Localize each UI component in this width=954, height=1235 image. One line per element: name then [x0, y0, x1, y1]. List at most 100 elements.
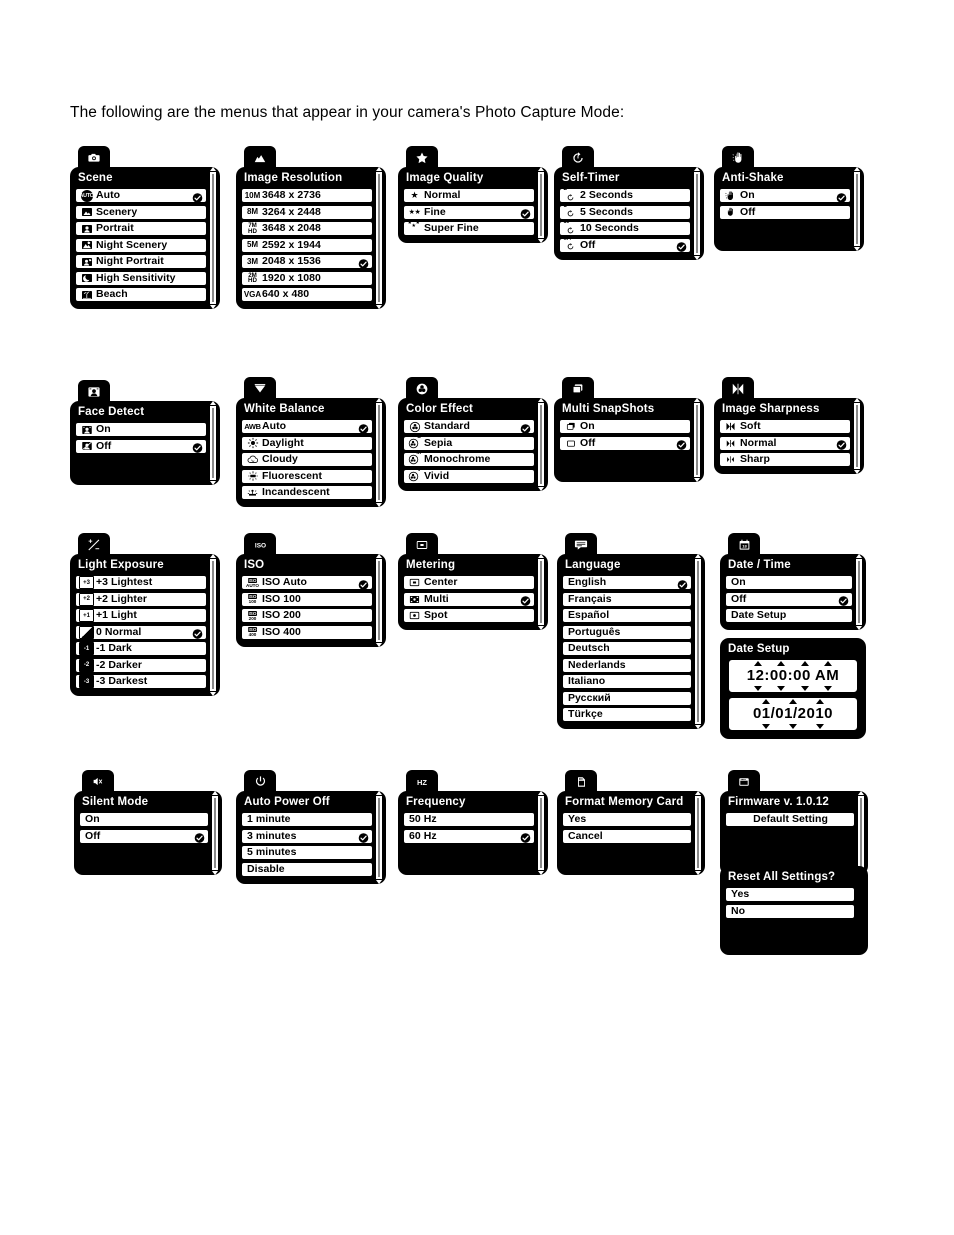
scrollbar[interactable]: [693, 398, 700, 482]
menu-item-image-quality-2[interactable]: ★ ★ ★ Super Fine: [403, 220, 535, 236]
scroll-up-arrow-icon[interactable]: [537, 398, 544, 402]
menu-item-self-timer-2[interactable]: 10 10 Seconds: [559, 219, 691, 236]
menu-item-image-resolution-4[interactable]: 3M 2048 x 1536: [241, 254, 373, 269]
menu-item-frequency-0[interactable]: 50 Hz: [403, 812, 535, 827]
menu-item-image-resolution-1[interactable]: 8M 3264 x 2448: [241, 204, 373, 220]
menu-item-light-exposure-5[interactable]: -2 -2 Darker: [75, 657, 207, 673]
scrollbar-track[interactable]: [694, 796, 701, 870]
menu-item-language-0[interactable]: English: [562, 575, 692, 590]
scroll-up-arrow-icon[interactable]: [693, 398, 700, 402]
scrollbar-track[interactable]: [537, 796, 544, 870]
scrollbar[interactable]: [537, 398, 544, 491]
scrollbar-track[interactable]: [694, 559, 701, 724]
scroll-up-arrow-icon[interactable]: [537, 791, 544, 795]
menu-item-image-sharpness-1[interactable]: Normal: [719, 435, 851, 451]
scroll-up-arrow-icon[interactable]: [375, 167, 382, 171]
menu-item-reset-all-settings-0[interactable]: Yes: [725, 887, 855, 902]
scrollbar[interactable]: [537, 554, 544, 630]
menu-item-scene-3[interactable]: Night Scenery: [75, 237, 207, 253]
time-up-arrows-icon[interactable]: [747, 661, 839, 666]
menu-item-iso-0[interactable]: ISO AUTO ISO Auto: [241, 575, 373, 590]
scrollbar-track[interactable]: [537, 559, 544, 625]
menu-item-language-4[interactable]: Deutsch: [562, 641, 692, 656]
menu-item-auto-power-off-3[interactable]: Disable: [241, 861, 373, 877]
scroll-up-arrow-icon[interactable]: [375, 398, 382, 402]
menu-item-language-2[interactable]: Español: [562, 608, 692, 623]
scrollbar[interactable]: [209, 554, 216, 696]
menu-item-format-memory-card-0[interactable]: Yes: [562, 812, 692, 827]
scrollbar-track[interactable]: [855, 559, 862, 625]
menu-item-iso-1[interactable]: ISO 100 ISO 100: [241, 591, 373, 607]
date-down-arrows-icon[interactable]: [753, 724, 833, 729]
menu-item-auto-power-off-1[interactable]: 3 minutes: [241, 828, 373, 844]
menu-item-auto-power-off-0[interactable]: 1 minute: [241, 812, 373, 827]
menu-item-scene-2[interactable]: Portrait: [75, 221, 207, 236]
scrollbar-track[interactable]: [211, 796, 218, 870]
scroll-up-arrow-icon[interactable]: [694, 554, 701, 558]
scrollbar[interactable]: [694, 791, 701, 875]
scrollbar[interactable]: [855, 554, 862, 630]
scroll-down-arrow-icon[interactable]: [209, 481, 216, 485]
scroll-down-arrow-icon[interactable]: [375, 879, 382, 884]
menu-item-light-exposure-4[interactable]: -1 -1 Dark: [75, 641, 207, 656]
time-down-arrows-icon[interactable]: [747, 686, 839, 691]
menu-item-self-timer-1[interactable]: 55 Seconds: [559, 202, 691, 220]
scroll-up-arrow-icon[interactable]: [209, 401, 216, 405]
menu-item-firmware-0[interactable]: Default Setting: [725, 812, 855, 827]
scroll-down-arrow-icon[interactable]: [853, 470, 860, 474]
scrollbar-track[interactable]: [693, 403, 700, 477]
menu-item-silent-mode-1[interactable]: Off: [79, 828, 209, 844]
scrollbar[interactable]: [537, 791, 544, 875]
menu-item-multi-snapshots-1[interactable]: Off: [559, 435, 691, 451]
menu-item-color-effect-3[interactable]: V Vivid: [403, 467, 535, 484]
scroll-up-arrow-icon[interactable]: [375, 554, 382, 558]
menu-item-metering-1[interactable]: Multi: [403, 591, 535, 607]
date-up-arrows-icon[interactable]: [753, 699, 833, 704]
menu-item-white-balance-1[interactable]: Daylight: [241, 435, 373, 451]
menu-item-self-timer-3[interactable]: OFF Off: [559, 236, 691, 253]
scrollbar-track[interactable]: [375, 172, 382, 304]
menu-item-scene-0[interactable]: AUTO Auto: [75, 188, 207, 203]
scroll-up-arrow-icon[interactable]: [209, 167, 216, 171]
scroll-up-arrow-icon[interactable]: [694, 791, 701, 795]
menu-item-light-exposure-1[interactable]: +2 +2 Lighter: [75, 591, 207, 607]
scroll-up-arrow-icon[interactable]: [693, 167, 700, 171]
menu-item-language-1[interactable]: Français: [562, 591, 692, 607]
menu-item-face-detect-0[interactable]: On: [75, 422, 207, 437]
scrollbar[interactable]: [211, 791, 218, 875]
scrollbar-track[interactable]: [693, 172, 700, 255]
menu-item-self-timer-0[interactable]: 22 Seconds: [559, 185, 691, 203]
scrollbar[interactable]: [209, 401, 216, 485]
scrollbar-track[interactable]: [537, 403, 544, 486]
menu-item-white-balance-4[interactable]: Incandescent: [241, 485, 373, 500]
menu-item-light-exposure-0[interactable]: +3 +3 Lightest: [75, 575, 207, 590]
scrollbar[interactable]: [537, 167, 544, 243]
scroll-down-arrow-icon[interactable]: [693, 255, 700, 260]
scroll-up-arrow-icon[interactable]: [209, 554, 216, 558]
scrollbar-track[interactable]: [857, 796, 864, 870]
menu-item-image-resolution-0[interactable]: 10M 3648 x 2736: [241, 188, 373, 203]
menu-item-image-resolution-2[interactable]: 7M HD 3648 x 2048: [241, 221, 373, 236]
scroll-up-arrow-icon[interactable]: [855, 554, 862, 558]
menu-item-language-5[interactable]: Nederlands: [562, 657, 692, 673]
menu-item-image-sharpness-0[interactable]: Soft: [719, 419, 851, 434]
menu-item-frequency-1[interactable]: 60 Hz: [403, 828, 535, 844]
menu-item-language-3[interactable]: Português: [562, 624, 692, 640]
scroll-down-arrow-icon[interactable]: [537, 239, 544, 243]
scrollbar-track[interactable]: [853, 172, 860, 246]
menu-item-date-time-1[interactable]: Off: [725, 591, 853, 607]
menu-item-anti-shake-0[interactable]: On: [719, 188, 851, 203]
menu-item-metering-2[interactable]: Spot: [403, 608, 535, 623]
scrollbar-track[interactable]: [375, 796, 382, 879]
menu-item-image-resolution-6[interactable]: VGA 640 x 480: [241, 287, 373, 302]
date-setup-date-field[interactable]: 01/01/2010: [728, 697, 858, 731]
scrollbar[interactable]: [209, 167, 216, 309]
scrollbar-track[interactable]: [375, 403, 382, 502]
scroll-down-arrow-icon[interactable]: [375, 642, 382, 647]
scroll-up-arrow-icon[interactable]: [375, 791, 382, 795]
scroll-down-arrow-icon[interactable]: [853, 247, 860, 251]
scroll-down-arrow-icon[interactable]: [211, 871, 218, 875]
scroll-down-arrow-icon[interactable]: [209, 692, 216, 696]
menu-item-image-sharpness-2[interactable]: Sharp: [719, 452, 851, 467]
menu-item-reset-all-settings-1[interactable]: No: [725, 903, 855, 919]
